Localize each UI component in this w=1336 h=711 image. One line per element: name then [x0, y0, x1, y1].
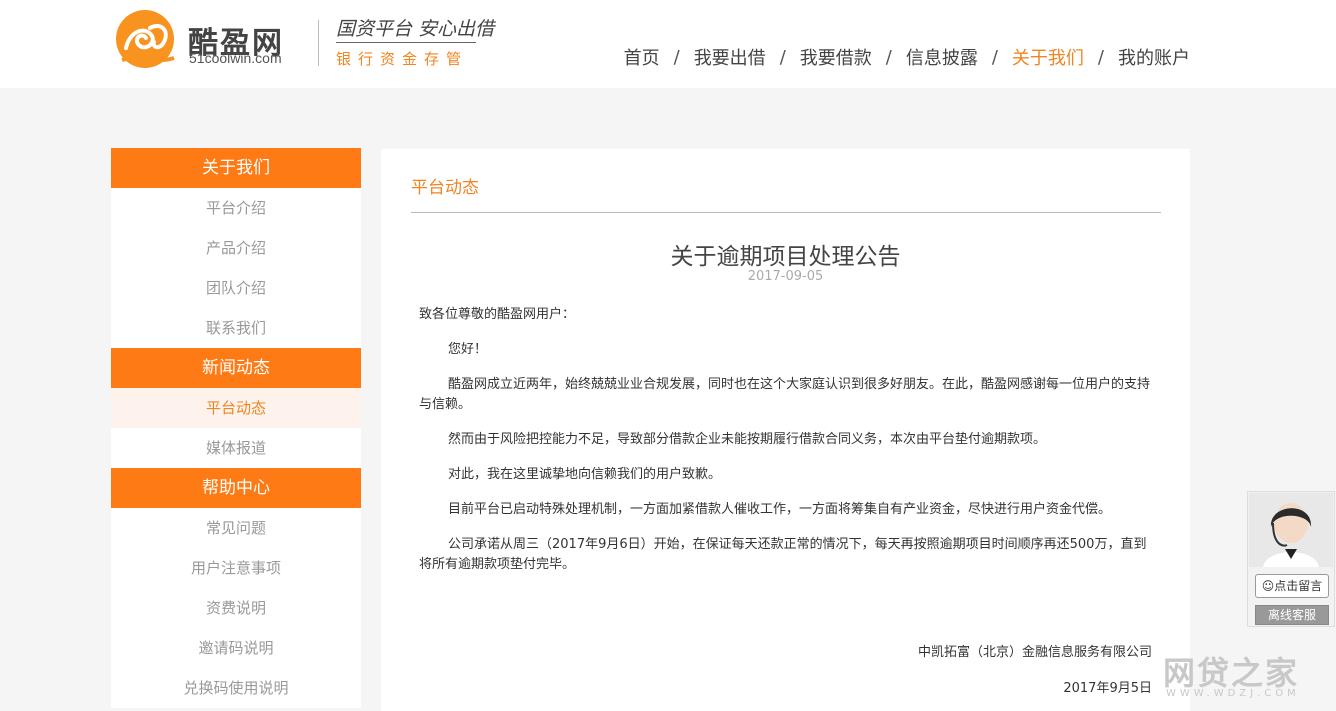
nav-my-account[interactable]: 我的账户: [1118, 44, 1190, 70]
slogan-underline: [336, 42, 476, 43]
slogan-bank-custody: 银行资金存管: [336, 50, 469, 68]
article-greeting: 致各位尊敬的酷盈网用户：: [419, 307, 576, 322]
chat-bubble-icon: ☺: [1261, 579, 1275, 593]
article-paragraph: 酷盈网成立近两年，始终兢兢业业合规发展，同时也在这个大家庭认识到很多好朋友。在此…: [419, 377, 1151, 412]
article-paragraph: 然而由于风险把控能力不足，导致部分借款企业未能按期履行借款合同义务，本次由平台垫…: [448, 432, 1047, 447]
customer-service-widget: ☺点击留言 离线客服: [1247, 491, 1335, 627]
offline-service-button[interactable]: 离线客服: [1255, 605, 1329, 625]
article-paragraph: 您好！: [448, 342, 488, 357]
watermark-url: WWW.WDZJ.COM: [1166, 688, 1300, 699]
sidebar-item-fees[interactable]: 资费说明: [111, 588, 361, 628]
nav-borrow[interactable]: 我要借款: [800, 44, 872, 70]
nav-about-us[interactable]: 关于我们: [1012, 44, 1084, 70]
sidebar-item-contact[interactable]: 联系我们: [111, 308, 361, 348]
brand-domain[interactable]: 51coolwin.com: [189, 50, 282, 66]
sidebar-item-platform-intro[interactable]: 平台介绍: [111, 188, 361, 228]
sidebar: 关于我们 平台介绍 产品介绍 团队介绍 联系我们 新闻动态 平台动态 媒体报道 …: [111, 148, 361, 708]
slogan-handwritten: 国资平台 安心出借: [336, 18, 495, 40]
sidebar-item-product-intro[interactable]: 产品介绍: [111, 228, 361, 268]
article-paragraph: 对此，我在这里诚挚地向信赖我们的用户致歉。: [448, 467, 722, 482]
sidebar-item-invite-code[interactable]: 邀请码说明: [111, 628, 361, 668]
article-body: 致各位尊敬的酷盈网用户： 您好！ 酷盈网成立近两年，始终兢兢业业合规发展，同时也…: [419, 305, 1159, 590]
leave-message-button[interactable]: ☺点击留言: [1255, 574, 1329, 598]
section-divider: [411, 212, 1161, 213]
nav-separator: /: [885, 46, 892, 68]
article-paragraph: 目前平台已启动特殊处理机制，一方面加紧借款人催收工作，一方面将筹集自有产业资金，…: [448, 502, 1112, 517]
sidebar-item-user-notes[interactable]: 用户注意事项: [111, 548, 361, 588]
article-paragraph: 公司承诺从周三（2017年9月6日）开始，在保证每天还款正常的情况下，每天再按照…: [419, 537, 1147, 572]
main-nav: 首页 / 我要出借 / 我要借款 / 信息披露 / 关于我们 / 我的账户: [624, 44, 1190, 70]
nav-separator: /: [1097, 46, 1104, 68]
section-title: 平台动态: [411, 178, 479, 198]
article-signature: 中凯拓富（北京）金融信息服务有限公司: [917, 645, 1152, 660]
article-sign-date: 2017年9月5日: [1063, 681, 1152, 696]
coolwin-logo-icon[interactable]: [112, 8, 178, 70]
nav-home[interactable]: 首页: [624, 44, 660, 70]
nav-separator: /: [991, 46, 998, 68]
nav-separator: /: [673, 46, 680, 68]
sidebar-item-media-reports[interactable]: 媒体报道: [111, 428, 361, 468]
nav-invest[interactable]: 我要出借: [694, 44, 766, 70]
nav-separator: /: [779, 46, 786, 68]
main-content: 平台动态 关于逾期项目处理公告 2017-09-05 致各位尊敬的酷盈网用户： …: [381, 149, 1190, 711]
leave-message-label: 点击留言: [1274, 579, 1323, 593]
sidebar-heading-about[interactable]: 关于我们: [111, 148, 361, 188]
header-divider: [318, 20, 319, 66]
sidebar-item-redeem-code[interactable]: 兑换码使用说明: [111, 668, 361, 708]
sidebar-item-faq[interactable]: 常见问题: [111, 508, 361, 548]
article-title: 关于逾期项目处理公告: [670, 244, 901, 270]
nav-disclosure[interactable]: 信息披露: [906, 44, 978, 70]
sidebar-item-platform-news[interactable]: 平台动态: [111, 388, 361, 428]
sidebar-item-team-intro[interactable]: 团队介绍: [111, 268, 361, 308]
sidebar-heading-news[interactable]: 新闻动态: [111, 348, 361, 388]
site-header: 酷盈网 51coolwin.com 国资平台 安心出借 银行资金存管 首页 / …: [0, 0, 1336, 88]
article-date: 2017-09-05: [747, 269, 824, 284]
sidebar-heading-help[interactable]: 帮助中心: [111, 468, 361, 508]
agent-avatar-icon: [1249, 493, 1333, 567]
